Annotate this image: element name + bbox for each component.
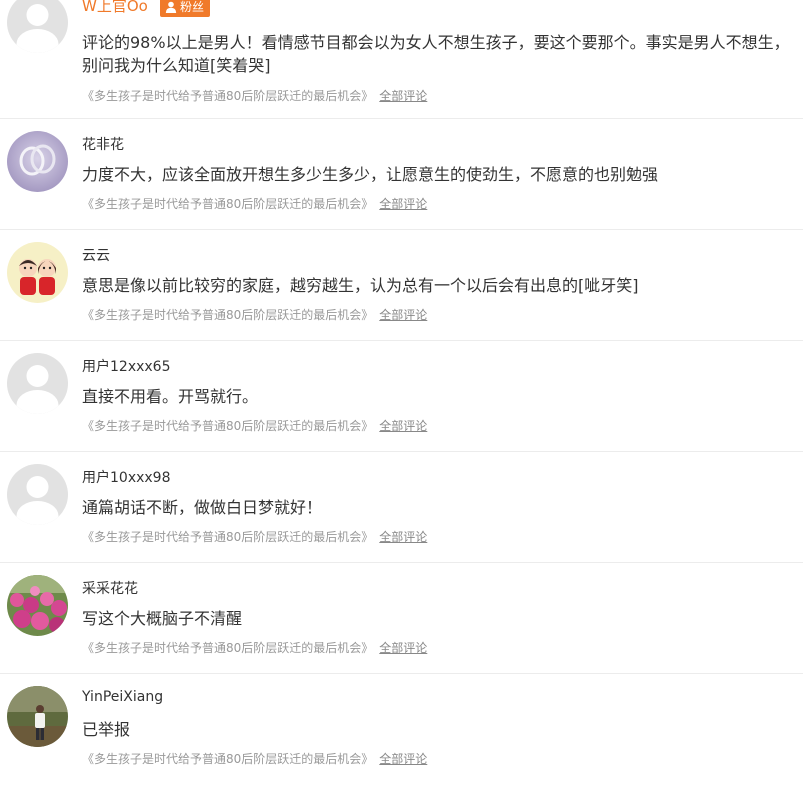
article-title: 《多生孩子是时代给予普通80后阶层跃迁的最后机会》 (82, 641, 374, 655)
article-title: 《多生孩子是时代给予普通80后阶层跃迁的最后机会》 (82, 197, 374, 211)
comment-item: YinPeiXiang 已举报 《多生孩子是时代给予普通80后阶层跃迁的最后机会… (0, 674, 803, 785)
all-comments-link[interactable]: 全部评论 (379, 641, 427, 655)
user-icon (165, 1, 177, 13)
all-comments-link[interactable]: 全部评论 (379, 752, 427, 766)
article-title: 《多生孩子是时代给予普通80后阶层跃迁的最后机会》 (82, 752, 374, 766)
comment-meta: 《多生孩子是时代给予普通80后阶层跃迁的最后机会》 全部评论 (82, 195, 427, 212)
fan-badge: 粉丝 (160, 0, 211, 17)
comment-meta: 《多生孩子是时代给予普通80后阶层跃迁的最后机会》 全部评论 (82, 87, 427, 104)
article-title: 《多生孩子是时代给予普通80后阶层跃迁的最后机会》 (82, 419, 374, 433)
comment-text: 评论的98%以上是男人！看情感节目都会以为女人不想生孩子，要这个要那个。事实是男… (82, 33, 790, 75)
comment-item: 云云 意思是像以前比较穷的家庭，越穷越生，认为总有一个以后会有出息的[呲牙笑] … (0, 230, 803, 341)
article-title: 《多生孩子是时代给予普通80后阶层跃迁的最后机会》 (82, 530, 374, 544)
comment-text: 力度不大，应该全面放开想生多少生多少，让愿意生的使劲生，不愿意的也别勉强 (82, 165, 659, 184)
comment-item: 用户12xxx65 直接不用看。开骂就行。 《多生孩子是时代给予普通80后阶层跃… (0, 341, 803, 452)
comment-meta: 《多生孩子是时代给予普通80后阶层跃迁的最后机会》 全部评论 (82, 528, 427, 545)
comment-meta: 《多生孩子是时代给予普通80后阶层跃迁的最后机会》 全部评论 (82, 750, 427, 767)
username-link[interactable]: 花非花 (82, 134, 124, 154)
default-avatar-icon[interactable] (7, 464, 68, 525)
default-avatar-icon[interactable] (7, 353, 68, 414)
comment-item: 采采花花 写这个大概脑子不清醒 《多生孩子是时代给予普通80后阶层跃迁的最后机会… (0, 563, 803, 674)
rings-photo-avatar[interactable] (7, 131, 68, 192)
username-link[interactable]: 云云 (82, 245, 110, 265)
comment-text: 直接不用看。开骂就行。 (82, 387, 259, 406)
comment-item: W上官Oo 粉丝 评论的98%以上是男人！看情感节目都会以为女人不想生孩子，要这… (0, 0, 803, 119)
all-comments-link[interactable]: 全部评论 (379, 530, 427, 544)
username-link[interactable]: YinPeiXiang (82, 689, 163, 705)
username-link[interactable]: 用户10xxx98 (82, 467, 170, 487)
all-comments-link[interactable]: 全部评论 (379, 197, 427, 211)
all-comments-link[interactable]: 全部评论 (379, 89, 427, 103)
comment-list: W上官Oo 粉丝 评论的98%以上是男人！看情感节目都会以为女人不想生孩子，要这… (0, 0, 803, 785)
comment-item: 用户10xxx98 通篇胡话不断，做做白日梦就好！ 《多生孩子是时代给予普通80… (0, 452, 803, 563)
comment-meta: 《多生孩子是时代给予普通80后阶层跃迁的最后机会》 全部评论 (82, 417, 427, 434)
username-link[interactable]: 用户12xxx65 (82, 356, 170, 376)
comment-meta: 《多生孩子是时代给予普通80后阶层跃迁的最后机会》 全部评论 (82, 639, 427, 656)
article-title: 《多生孩子是时代给予普通80后阶层跃迁的最后机会》 (82, 89, 374, 103)
comment-text: 写这个大概脑子不清醒 (82, 609, 243, 628)
article-title: 《多生孩子是时代给予普通80后阶层跃迁的最后机会》 (82, 308, 374, 322)
comment-text: 意思是像以前比较穷的家庭，越穷越生，认为总有一个以后会有出息的[呲牙笑] (82, 276, 639, 295)
comment-text: 通篇胡话不断，做做白日梦就好！ (82, 498, 323, 517)
username-link[interactable]: 采采花花 (82, 578, 138, 598)
cartoon-couple-avatar[interactable] (7, 242, 68, 303)
comment-item: 花非花 力度不大，应该全面放开想生多少生多少，让愿意生的使劲生，不愿意的也别勉强… (0, 119, 803, 230)
comment-meta: 《多生孩子是时代给予普通80后阶层跃迁的最后机会》 全部评论 (82, 306, 427, 323)
username-link[interactable]: W上官Oo (82, 0, 148, 16)
person-photo-avatar[interactable] (7, 686, 68, 747)
all-comments-link[interactable]: 全部评论 (379, 419, 427, 433)
default-avatar-icon[interactable] (7, 0, 68, 53)
all-comments-link[interactable]: 全部评论 (379, 308, 427, 322)
flowers-photo-avatar[interactable] (7, 575, 68, 636)
comment-text: 已举报 (82, 720, 131, 739)
fan-badge-label: 粉丝 (180, 0, 205, 14)
